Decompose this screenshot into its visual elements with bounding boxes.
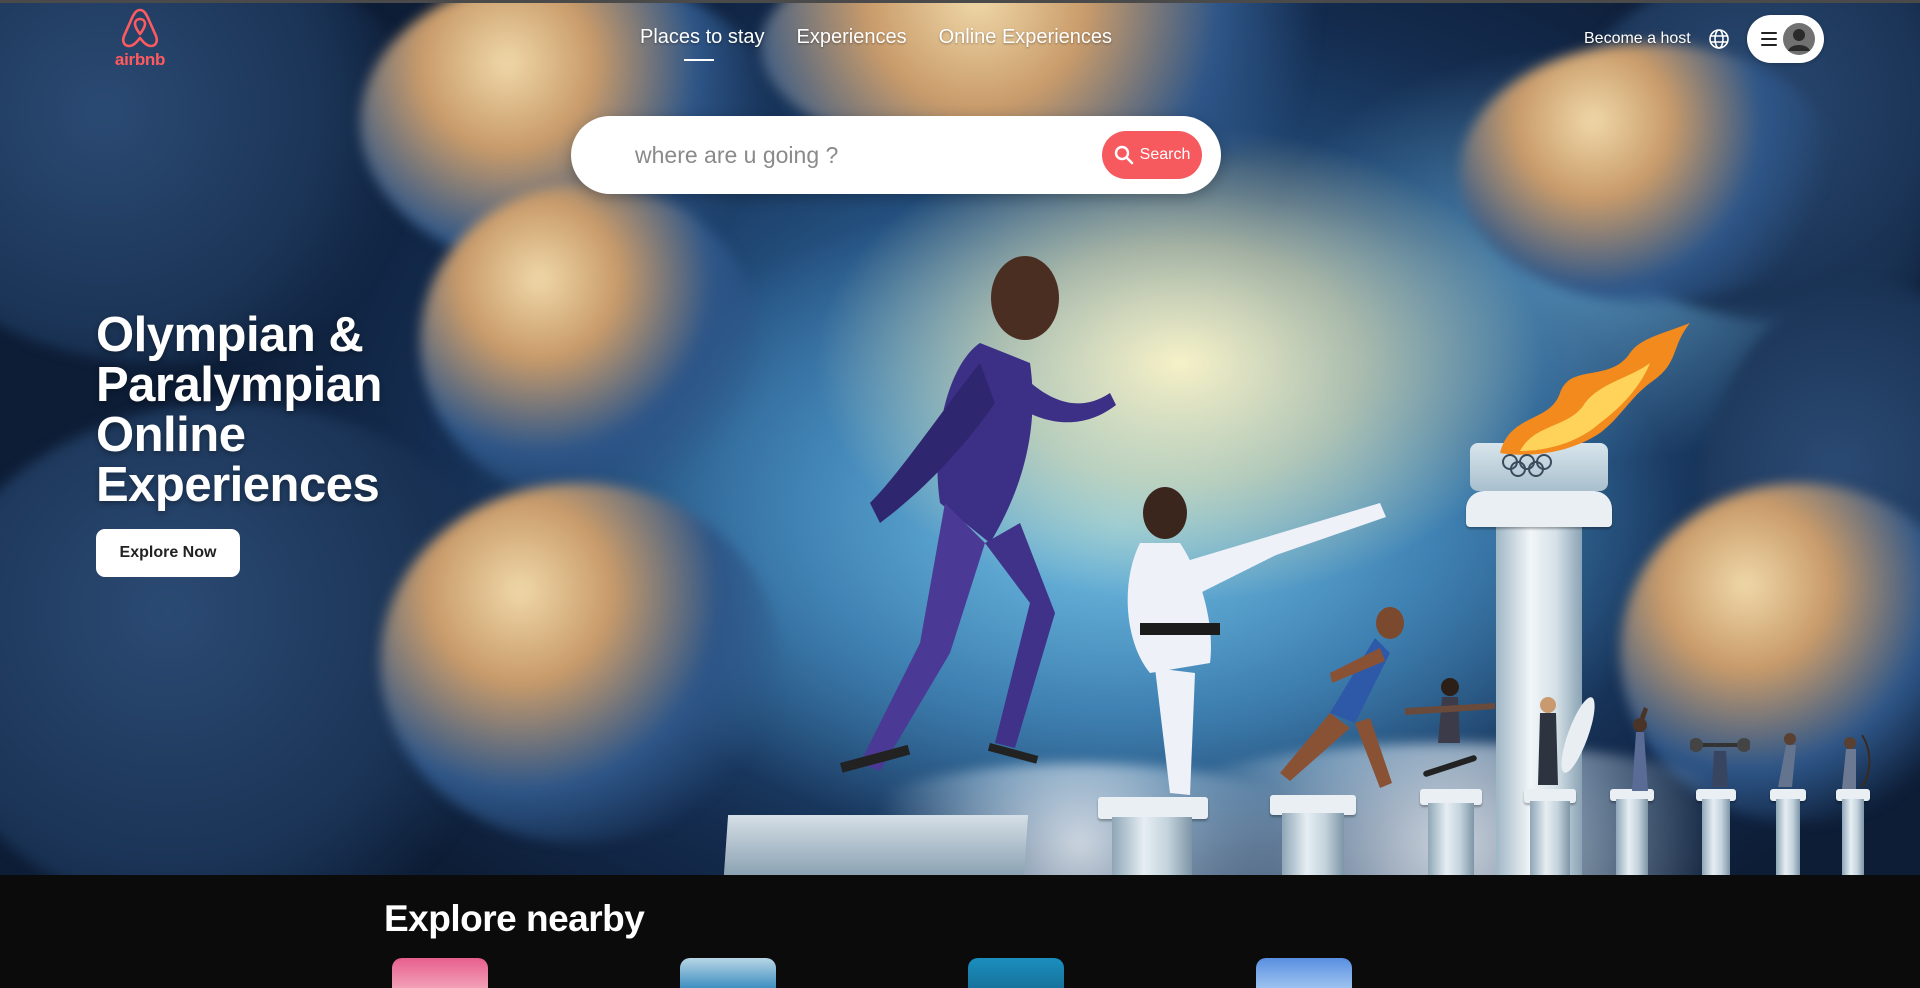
nearby-thumbnail[interactable]	[968, 958, 1064, 988]
column	[1842, 799, 1864, 875]
nearby-thumbnail[interactable]	[1256, 958, 1352, 988]
search-bar: Search	[571, 116, 1221, 194]
runner-athlete-figure	[840, 256, 1116, 773]
diver-figure	[1778, 733, 1796, 787]
skateboarder-figure	[1405, 678, 1495, 777]
column-capital	[1466, 491, 1612, 527]
column	[1702, 799, 1730, 875]
airbnb-logo-icon	[121, 8, 159, 48]
tab-places-to-stay[interactable]: Places to stay	[640, 26, 765, 61]
olympic-flame-icon	[1500, 323, 1690, 455]
user-avatar-icon	[1783, 23, 1815, 55]
cloud	[1460, 43, 1840, 303]
column	[1428, 803, 1474, 875]
section-heading-explore-nearby: Explore nearby	[384, 898, 645, 939]
search-input[interactable]	[633, 134, 1053, 176]
nav-tabs: Places to stay Experiences Online Experi…	[640, 26, 1112, 61]
search-icon	[1114, 145, 1133, 165]
pedestal	[723, 815, 1029, 875]
cloud	[380, 483, 780, 843]
column	[1282, 813, 1344, 875]
hamburger-icon	[1761, 32, 1777, 46]
nearby-thumbnail[interactable]	[680, 958, 776, 988]
olympic-rings-icon	[1502, 454, 1552, 477]
airbnb-logo[interactable]: airbnb	[112, 6, 168, 69]
tab-online-experiences[interactable]: Online Experiences	[939, 26, 1112, 49]
cloud	[420, 183, 760, 503]
archer-figure	[1842, 734, 1871, 789]
column	[1112, 817, 1192, 875]
weightlifter-figure	[1690, 738, 1750, 787]
surfer-figure	[1538, 697, 1595, 785]
search-button-label: Search	[1139, 146, 1191, 163]
explore-now-button[interactable]: Explore Now	[96, 529, 240, 577]
search-button[interactable]: Search	[1102, 131, 1202, 179]
column	[1776, 799, 1800, 875]
user-menu-button[interactable]	[1747, 15, 1824, 63]
column	[1616, 799, 1648, 875]
become-host-link[interactable]: Become a host	[1584, 30, 1691, 48]
gymnast-figure	[1632, 707, 1648, 791]
nearby-thumbnail[interactable]	[392, 958, 488, 988]
tab-experiences[interactable]: Experiences	[797, 26, 907, 49]
column	[1530, 801, 1570, 875]
brand-name: airbnb	[114, 50, 166, 69]
hero-title: Olympian & Paralympian Online Experience…	[96, 308, 382, 512]
globe-icon[interactable]	[1708, 28, 1730, 50]
